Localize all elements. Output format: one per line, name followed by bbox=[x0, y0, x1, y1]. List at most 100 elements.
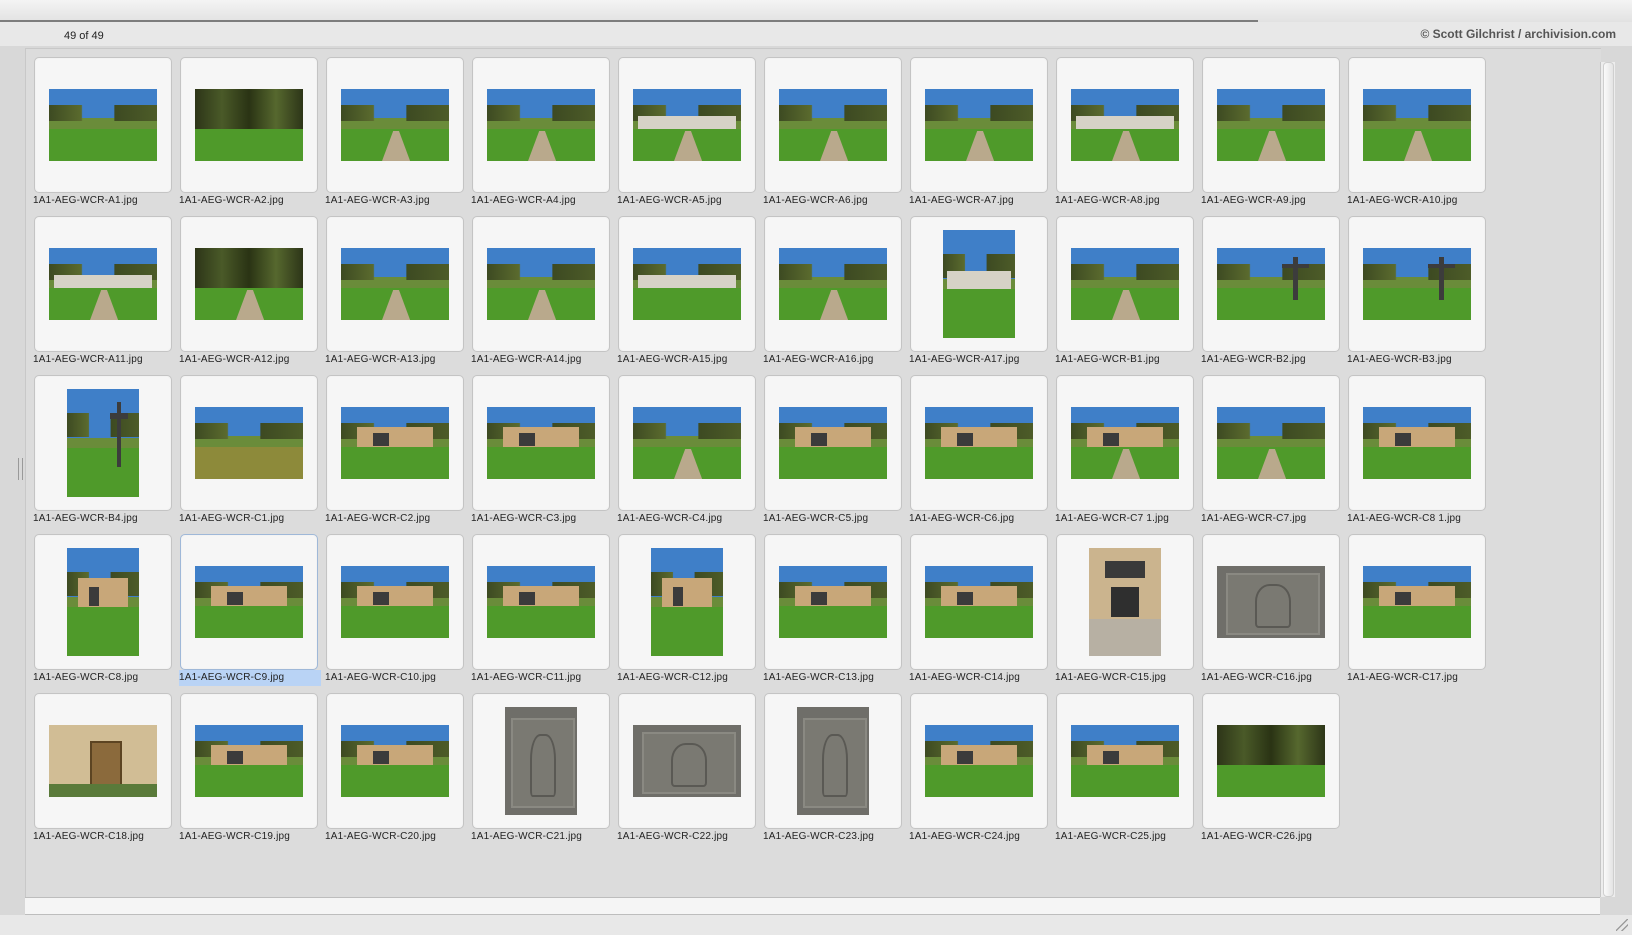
thumbnail-frame bbox=[910, 216, 1048, 352]
thumbnail-item[interactable]: 1A1-AEG-WCR-C13.jpg bbox=[756, 526, 908, 692]
thumbnail-item[interactable]: 1A1-AEG-WCR-B1.jpg bbox=[1048, 208, 1200, 374]
thumbnail-filename: 1A1-AEG-WCR-A17.jpg bbox=[909, 354, 1020, 365]
thumbnail-frame bbox=[618, 534, 756, 670]
thumbnail-item[interactable]: 1A1-AEG-WCR-A14.jpg bbox=[464, 208, 616, 374]
thumbnail-item[interactable]: 1A1-AEG-WCR-C7 1.jpg bbox=[1048, 367, 1200, 533]
thumbnail-item[interactable]: 1A1-AEG-WCR-C24.jpg bbox=[902, 685, 1054, 851]
thumbnail-item[interactable]: 1A1-AEG-WCR-B3.jpg bbox=[1340, 208, 1492, 374]
thumbnail-item[interactable]: 1A1-AEG-WCR-A12.jpg bbox=[172, 208, 324, 374]
door bbox=[1110, 586, 1140, 618]
thumbnail-item[interactable]: 1A1-AEG-WCR-C8 1.jpg bbox=[1340, 367, 1492, 533]
thumbnail-item[interactable]: 1A1-AEG-WCR-A8.jpg bbox=[1048, 49, 1200, 215]
thumbnail-item[interactable]: 1A1-AEG-WCR-C18.jpg bbox=[26, 685, 178, 851]
thumbnail-item[interactable]: 1A1-AEG-WCR-A17.jpg bbox=[902, 208, 1054, 374]
thumbnail-item[interactable]: 1A1-AEG-WCR-C11.jpg bbox=[464, 526, 616, 692]
thumbnail-item[interactable]: 1A1-AEG-WCR-A7.jpg bbox=[902, 49, 1054, 215]
splitter-handle[interactable] bbox=[18, 458, 23, 480]
grass bbox=[341, 446, 449, 479]
thumbnail-filename: 1A1-AEG-WCR-C10.jpg bbox=[325, 672, 437, 683]
thumbnail-frame bbox=[1348, 216, 1486, 352]
grass bbox=[1217, 287, 1325, 320]
thumbnail-frame bbox=[1202, 57, 1340, 193]
thumbnail-image bbox=[633, 407, 741, 479]
thumbnail-item[interactable]: 1A1-AEG-WCR-C5.jpg bbox=[756, 367, 908, 533]
thumbnail-item[interactable]: 1A1-AEG-WCR-C2.jpg bbox=[318, 367, 470, 533]
thumbnail-image bbox=[1071, 248, 1179, 320]
scrollbar-thumb[interactable] bbox=[1603, 62, 1614, 897]
thumbnail-frame bbox=[910, 57, 1048, 193]
tree-line bbox=[67, 412, 139, 437]
thumbnail-item[interactable]: 1A1-AEG-WCR-A15.jpg bbox=[610, 208, 762, 374]
thumbnail-item[interactable]: 1A1-AEG-WCR-C26.jpg bbox=[1194, 685, 1346, 851]
vertical-scrollbar[interactable] bbox=[1600, 62, 1615, 897]
thumbnail-item[interactable]: 1A1-AEG-WCR-C21.jpg bbox=[464, 685, 616, 851]
thumbnail-filename: 1A1-AEG-WCR-B4.jpg bbox=[33, 513, 138, 524]
thumbnail-item[interactable]: 1A1-AEG-WCR-A9.jpg bbox=[1194, 49, 1346, 215]
resize-grip-icon[interactable] bbox=[1616, 919, 1628, 931]
cross-arm bbox=[1427, 263, 1455, 269]
thumbnail-item[interactable]: 1A1-AEG-WCR-A6.jpg bbox=[756, 49, 908, 215]
thumbnail-item[interactable]: 1A1-AEG-WCR-A13.jpg bbox=[318, 208, 470, 374]
thumbnail-item[interactable]: 1A1-AEG-WCR-A1.jpg bbox=[26, 49, 178, 215]
grass bbox=[779, 605, 887, 638]
thumbnail-item[interactable]: 1A1-AEG-WCR-C3.jpg bbox=[464, 367, 616, 533]
grass bbox=[1363, 446, 1471, 479]
thumbnail-item[interactable]: 1A1-AEG-WCR-C14.jpg bbox=[902, 526, 1054, 692]
thumbnail-filename: 1A1-AEG-WCR-A11.jpg bbox=[33, 354, 143, 365]
thumbnail-item[interactable]: 1A1-AEG-WCR-C7.jpg bbox=[1194, 367, 1346, 533]
thumbnail-item[interactable]: 1A1-AEG-WCR-C6.jpg bbox=[902, 367, 1054, 533]
thumbnail-item[interactable]: 1A1-AEG-WCR-C8.jpg bbox=[26, 526, 178, 692]
grass bbox=[779, 446, 887, 479]
thumbnail-filename: 1A1-AEG-WCR-C18.jpg bbox=[33, 831, 145, 842]
thumbnail-item[interactable]: 1A1-AEG-WCR-C17.jpg bbox=[1340, 526, 1492, 692]
thumbnail-item[interactable]: 1A1-AEG-WCR-A2.jpg bbox=[172, 49, 324, 215]
thumbnail-frame bbox=[618, 693, 756, 829]
thumbnail-item[interactable]: 1A1-AEG-WCR-C12.jpg bbox=[610, 526, 762, 692]
thumbnail-filename: 1A1-AEG-WCR-C7.jpg bbox=[1201, 513, 1307, 524]
tree-line bbox=[341, 263, 449, 280]
thumbnail-item[interactable]: 1A1-AEG-WCR-C16.jpg bbox=[1194, 526, 1346, 692]
thumbnail-frame bbox=[180, 534, 318, 670]
thumbnail-item[interactable]: 1A1-AEG-WCR-C4.jpg bbox=[610, 367, 762, 533]
thumbnail-item[interactable]: 1A1-AEG-WCR-C15.jpg bbox=[1048, 526, 1200, 692]
thumbnail-filename: 1A1-AEG-WCR-A4.jpg bbox=[471, 195, 576, 206]
thumbnail-item[interactable]: 1A1-AEG-WCR-C9.jpg bbox=[172, 526, 324, 692]
thumbnail-filename: 1A1-AEG-WCR-A6.jpg bbox=[763, 195, 868, 206]
grass bbox=[633, 287, 741, 320]
thumbnail-item[interactable]: 1A1-AEG-WCR-A11.jpg bbox=[26, 208, 178, 374]
building-opening bbox=[1395, 432, 1411, 446]
thumbnail-image bbox=[925, 725, 1033, 797]
thumbnail-image bbox=[1363, 407, 1471, 479]
thumbnail-filename: 1A1-AEG-WCR-B3.jpg bbox=[1347, 354, 1452, 365]
thumbnail-image bbox=[633, 89, 741, 161]
thumbnail-item[interactable]: 1A1-AEG-WCR-A3.jpg bbox=[318, 49, 470, 215]
image-count-label: 49 of 49 bbox=[64, 30, 104, 42]
thumbnail-image bbox=[1217, 725, 1325, 797]
thumbnail-item[interactable]: 1A1-AEG-WCR-C10.jpg bbox=[318, 526, 470, 692]
grass bbox=[49, 128, 157, 161]
thumbnail-image bbox=[341, 407, 449, 479]
tree-line bbox=[1217, 263, 1325, 280]
thumbnail-item[interactable]: 1A1-AEG-WCR-C20.jpg bbox=[318, 685, 470, 851]
building-opening bbox=[373, 591, 389, 605]
thumbnail-item[interactable]: 1A1-AEG-WCR-B2.jpg bbox=[1194, 208, 1346, 374]
thumbnail-item[interactable]: 1A1-AEG-WCR-C23.jpg bbox=[756, 685, 908, 851]
thumbnail-item[interactable]: 1A1-AEG-WCR-A10.jpg bbox=[1340, 49, 1492, 215]
building-opening bbox=[519, 432, 535, 446]
thumbnail-item[interactable]: 1A1-AEG-WCR-B4.jpg bbox=[26, 367, 178, 533]
horizontal-scrollbar[interactable] bbox=[25, 897, 1600, 915]
building-opening bbox=[373, 432, 389, 446]
thumbnail-item[interactable]: 1A1-AEG-WCR-A5.jpg bbox=[610, 49, 762, 215]
thumbnail-frame bbox=[764, 57, 902, 193]
thumbnail-item[interactable]: 1A1-AEG-WCR-A4.jpg bbox=[464, 49, 616, 215]
thumbnail-item[interactable]: 1A1-AEG-WCR-C22.jpg bbox=[610, 685, 762, 851]
thumbnail-image bbox=[341, 566, 449, 638]
thumbnail-filename: 1A1-AEG-WCR-A16.jpg bbox=[763, 354, 874, 365]
thumbnail-item[interactable]: 1A1-AEG-WCR-C1.jpg bbox=[172, 367, 324, 533]
thumbnail-item[interactable]: 1A1-AEG-WCR-C25.jpg bbox=[1048, 685, 1200, 851]
thumbnail-item[interactable]: 1A1-AEG-WCR-A16.jpg bbox=[756, 208, 908, 374]
thumbnail-image bbox=[651, 548, 723, 656]
thumbnail-item[interactable]: 1A1-AEG-WCR-C19.jpg bbox=[172, 685, 324, 851]
thumbnail-grid[interactable]: 1A1-AEG-WCR-A1.jpg 1A1-AEG-WCR-A2.jpg 1A1-… bbox=[25, 48, 1601, 898]
thumbnail-frame bbox=[180, 375, 318, 511]
